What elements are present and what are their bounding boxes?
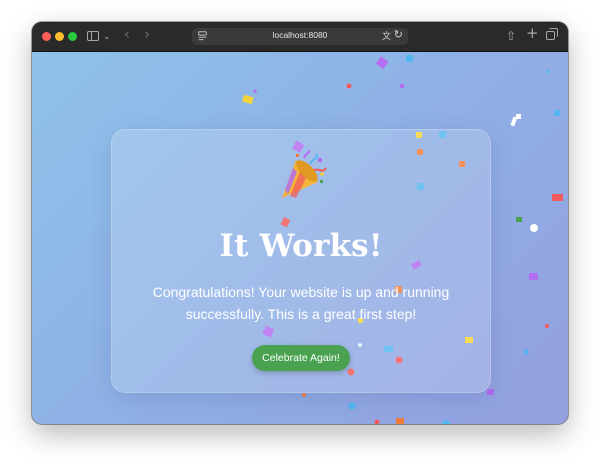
share-icon[interactable]: ⇧ bbox=[506, 28, 516, 44]
translate-icon[interactable]: 文 bbox=[382, 29, 391, 42]
confetti-piece bbox=[253, 89, 257, 93]
url-text[interactable]: localhost:8080 bbox=[192, 30, 408, 40]
reload-icon[interactable]: ↻ bbox=[394, 28, 403, 41]
confetti-piece bbox=[529, 273, 538, 280]
confetti-piece bbox=[530, 224, 538, 232]
address-bar[interactable]: localhost:8080 文 ↻ bbox=[192, 28, 408, 45]
sidebar-icon[interactable] bbox=[87, 31, 99, 41]
confetti-piece bbox=[242, 94, 254, 105]
party-popper-icon bbox=[282, 150, 327, 198]
forward-icon[interactable]: › bbox=[144, 26, 150, 42]
success-message: Congratulations! Your website is up and … bbox=[152, 284, 450, 322]
browser-toolbar: ⌄ ‹ › localhost:8080 文 ↻ ⇧ + bbox=[32, 22, 568, 52]
confetti-piece bbox=[552, 194, 563, 201]
confetti-piece bbox=[545, 324, 549, 328]
celebrate-again-button[interactable]: Celebrate Again! bbox=[252, 345, 350, 371]
close-window-button[interactable] bbox=[42, 32, 51, 41]
zoom-window-button[interactable] bbox=[68, 32, 77, 41]
browser-window: ⌄ ‹ › localhost:8080 文 ↻ ⇧ + It Works! C… bbox=[32, 22, 568, 424]
confetti-piece bbox=[375, 56, 389, 69]
new-tab-icon[interactable]: + bbox=[526, 25, 539, 41]
confetti-piece bbox=[442, 420, 450, 424]
back-icon[interactable]: ‹ bbox=[124, 26, 130, 42]
confetti-piece bbox=[516, 217, 522, 222]
confetti-piece bbox=[399, 83, 405, 89]
confetti-piece bbox=[523, 349, 529, 355]
confetti-piece bbox=[302, 393, 306, 397]
confetti-piece bbox=[348, 402, 356, 410]
confetti-piece bbox=[546, 70, 549, 73]
confetti-piece bbox=[346, 83, 352, 89]
confetti-piece bbox=[406, 55, 413, 62]
tabs-overview-icon[interactable] bbox=[546, 28, 558, 40]
page-viewport: It Works! Congratulations! Your website … bbox=[32, 52, 568, 424]
confetti-piece bbox=[374, 419, 380, 424]
minimize-window-button[interactable] bbox=[55, 32, 64, 41]
page-title: It Works! bbox=[219, 228, 383, 264]
confetti-piece bbox=[487, 389, 494, 395]
chevron-down-icon[interactable]: ⌄ bbox=[103, 29, 111, 45]
success-card: It Works! Congratulations! Your website … bbox=[111, 129, 491, 393]
confetti-piece bbox=[554, 110, 560, 116]
confetti-piece bbox=[516, 114, 521, 119]
confetti-piece bbox=[396, 418, 404, 424]
